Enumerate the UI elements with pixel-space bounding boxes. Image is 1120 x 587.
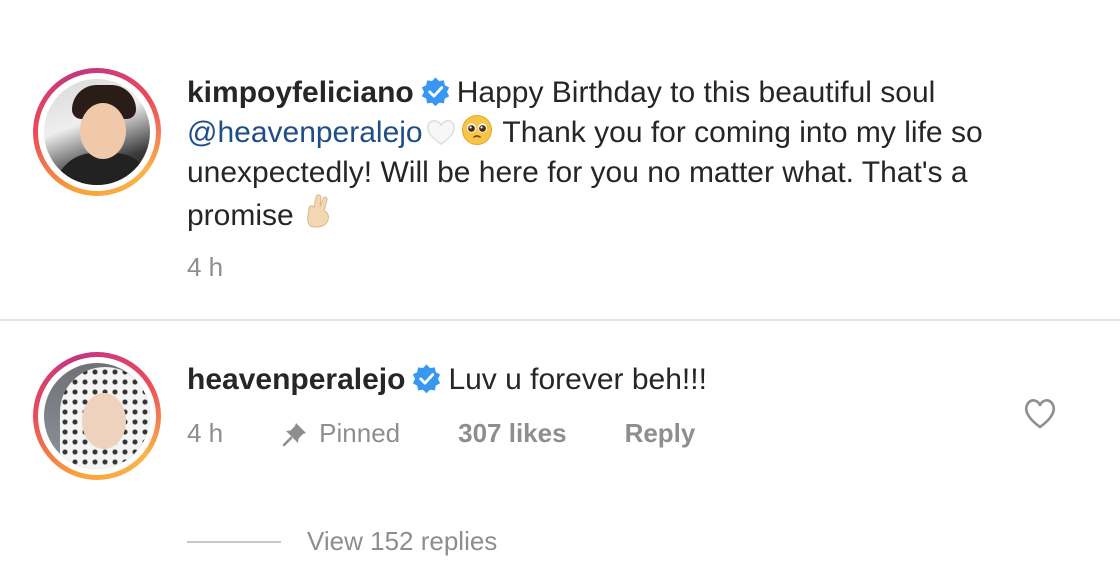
verified-badge-icon [413, 364, 441, 394]
comment-text: heavenperalejo Luv u forever beh!!! [187, 360, 1007, 400]
divider [0, 319, 1120, 321]
heart-icon[interactable] [1022, 396, 1058, 430]
avatar-kimpoyfeliciano[interactable] [33, 68, 161, 196]
pinned-indicator: Pinned [281, 418, 400, 449]
pinned-label: Pinned [319, 418, 401, 448]
crossed-fingers-icon [307, 194, 329, 228]
mention-link[interactable]: @heavenperalejo [187, 116, 423, 149]
username-link[interactable]: kimpoyfeliciano [187, 76, 414, 109]
reply-button[interactable]: Reply [625, 418, 696, 449]
avatar-heavenperalejo[interactable] [33, 352, 161, 480]
timestamp: 4 h [187, 418, 224, 448]
verified-badge-icon [421, 77, 449, 107]
likes-count-button[interactable]: 307 likes [458, 418, 566, 449]
view-replies-button[interactable]: View 152 replies [187, 526, 497, 557]
comment-body-1: Happy Birthday to this beautiful soul [456, 76, 936, 109]
timestamp: 4 h [187, 252, 224, 282]
comment-kimpoyfeliciano: kimpoyfeliciano Happy Birthday to this b… [0, 0, 1120, 320]
white-heart-icon [426, 120, 455, 145]
comment-meta: 4 h Pinned 307 likes Reply [187, 418, 695, 449]
comment-body: Luv u forever beh!!! [448, 363, 707, 396]
pleading-face-icon [461, 115, 492, 145]
replies-line [187, 540, 281, 543]
comment-text: kimpoyfeliciano Happy Birthday to this b… [187, 73, 1067, 236]
view-replies-label[interactable]: View 152 replies [307, 526, 497, 557]
comment-meta: 4 h [187, 252, 223, 283]
username-link[interactable]: heavenperalejo [187, 363, 405, 396]
pin-icon [282, 422, 307, 446]
